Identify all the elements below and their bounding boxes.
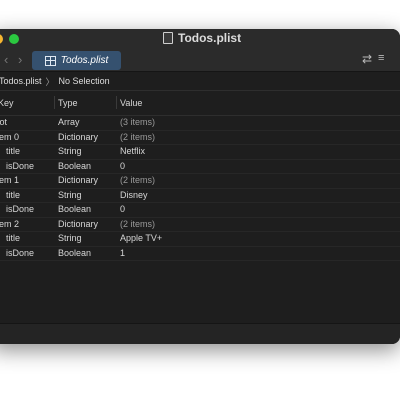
type-cell: Dictionary xyxy=(58,218,99,229)
value-cell: (3 items) xyxy=(120,117,156,127)
window-title: Todos.plist xyxy=(163,31,241,45)
plist-editor-window: Todos.plist ‹ › Todos.plist ⇄ ≡ Todos.pl… xyxy=(0,29,400,344)
minimize-button[interactable] xyxy=(0,34,3,44)
table-row[interactable]: Item 0 Dictionary (2 items) xyxy=(0,131,400,145)
key-cell: title xyxy=(6,189,21,200)
value-column-header[interactable]: Value xyxy=(120,98,142,108)
table-row[interactable]: title String Apple TV+ xyxy=(0,232,400,247)
title-bar: Todos.plist xyxy=(0,29,400,49)
key-cell: isDone xyxy=(6,160,35,171)
list-icon[interactable]: ≡ xyxy=(378,52,384,64)
type-cell: Dictionary xyxy=(58,131,99,142)
type-cell: Dictionary xyxy=(58,175,99,185)
tab-label: Todos.plist xyxy=(60,55,109,66)
type-cell: Boolean xyxy=(58,160,92,171)
tab-todos-plist[interactable]: Todos.plist xyxy=(32,51,121,70)
plist-table: Key Type Value Root Array (3 items) Item… xyxy=(0,91,400,261)
value-cell: (2 items) xyxy=(120,131,156,142)
value-cell[interactable]: Netflix xyxy=(120,146,145,156)
value-cell[interactable]: Disney xyxy=(120,190,148,200)
key-cell: Item 2 xyxy=(0,218,20,229)
table-row[interactable]: isDone Boolean 0 xyxy=(0,160,400,174)
value-cell: (2 items) xyxy=(120,175,156,185)
value-cell[interactable]: 1 xyxy=(120,248,125,258)
back-button[interactable]: ‹ xyxy=(4,52,8,67)
type-cell: Boolean xyxy=(58,247,92,258)
key-cell: Item 0 xyxy=(0,131,20,142)
key-cell: isDone xyxy=(6,247,35,258)
key-column-header[interactable]: Key xyxy=(0,98,14,108)
key-cell: title xyxy=(6,233,21,243)
zoom-button[interactable] xyxy=(9,34,19,44)
key-cell: Item 1 xyxy=(0,175,20,185)
value-cell[interactable]: Apple TV+ xyxy=(120,233,162,243)
type-cell: String xyxy=(58,189,82,200)
table-row[interactable]: Root Array (3 items) xyxy=(0,116,400,131)
type-cell: Boolean xyxy=(58,204,92,214)
value-cell[interactable]: 0 xyxy=(120,161,125,171)
type-column-header[interactable]: Type xyxy=(58,98,78,108)
table-icon xyxy=(44,55,56,66)
table-row[interactable]: title String Netflix xyxy=(0,145,400,160)
breadcrumb-separator: 〉 xyxy=(45,76,55,87)
table-row[interactable]: Item 1 Dictionary (2 items) xyxy=(0,174,400,189)
table-header: Key Type Value xyxy=(0,91,400,116)
document-icon xyxy=(163,32,173,44)
breadcrumb-selection[interactable]: No Selection xyxy=(59,76,110,86)
forward-button[interactable]: › xyxy=(18,52,22,67)
window-title-text: Todos.plist xyxy=(178,31,242,45)
breadcrumb-file[interactable]: Todos.plist xyxy=(0,76,42,86)
table-row[interactable]: Item 2 Dictionary (2 items) xyxy=(0,218,400,232)
value-cell: (2 items) xyxy=(120,218,156,229)
type-cell: String xyxy=(58,233,82,243)
type-cell: String xyxy=(58,146,82,156)
table-row[interactable]: isDone Boolean 0 xyxy=(0,203,400,218)
key-cell: isDone xyxy=(6,204,35,214)
table-row[interactable]: title String Disney xyxy=(0,189,400,203)
table-row[interactable]: isDone Boolean 1 xyxy=(0,247,400,261)
value-cell[interactable]: 0 xyxy=(120,204,125,214)
key-cell: title xyxy=(6,146,21,156)
column-divider[interactable] xyxy=(116,96,117,109)
column-divider[interactable] xyxy=(54,96,55,109)
breadcrumb: Todos.plist 〉 No Selection xyxy=(0,72,400,91)
status-bar xyxy=(0,323,400,344)
key-cell: Root xyxy=(0,117,8,127)
toolbar: ‹ › Todos.plist ⇄ ≡ xyxy=(0,49,400,72)
type-cell: Array xyxy=(58,117,80,127)
swap-icon[interactable]: ⇄ xyxy=(362,52,372,66)
